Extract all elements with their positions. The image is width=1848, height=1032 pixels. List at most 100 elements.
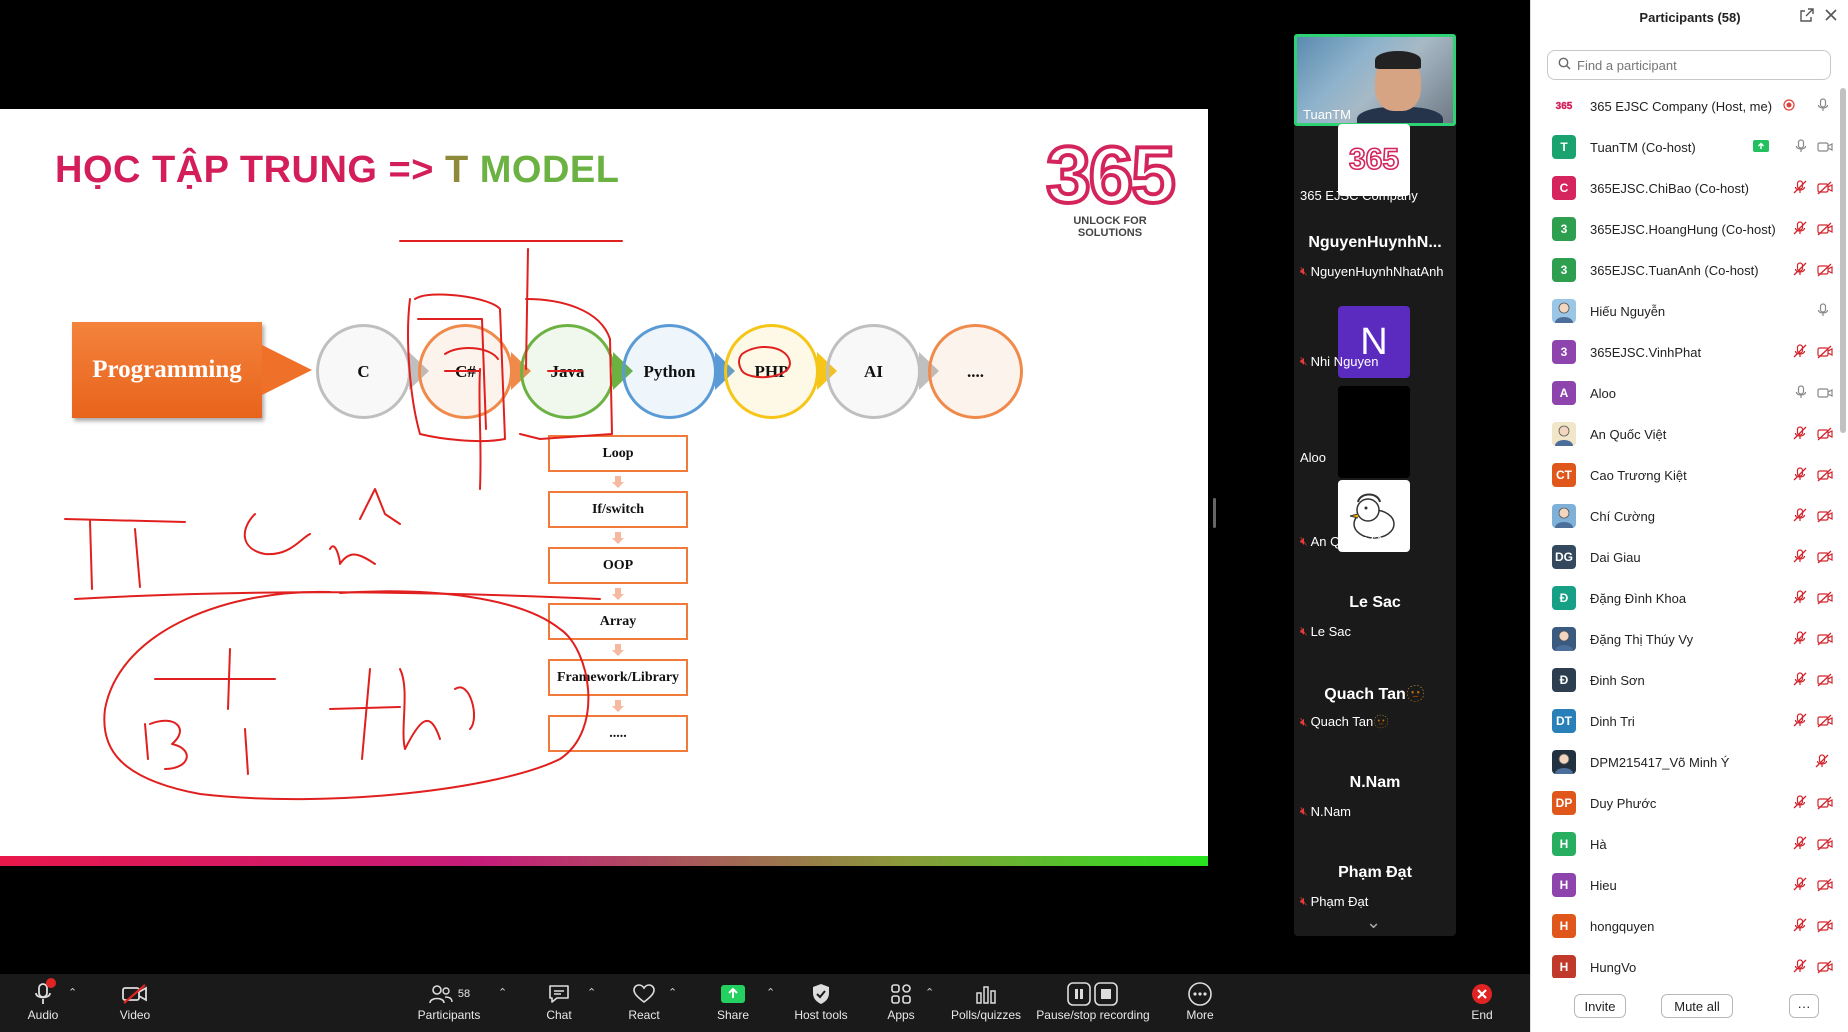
video-tile[interactable]: Quach Tan🫥 🔇︎ Quach Tan🫥	[1294, 664, 1456, 754]
microphone-muted-icon[interactable]	[1793, 549, 1807, 568]
participant-row[interactable]: A Aloo	[1531, 373, 1837, 414]
end-button[interactable]: End	[1437, 980, 1527, 1022]
camera-icon[interactable]	[1817, 140, 1833, 158]
microphone-muted-icon[interactable]	[1793, 221, 1807, 240]
participant-row[interactable]: Chí Cường	[1531, 496, 1837, 537]
participant-row[interactable]: T TuanTM (Co-host)	[1531, 127, 1837, 168]
active-speaker-video[interactable]: TuanTM	[1294, 34, 1456, 126]
camera-off-icon[interactable]	[1817, 919, 1833, 938]
participant-row[interactable]: DT Dinh Tri	[1531, 701, 1837, 742]
participant-row[interactable]: Hhongquyen	[1531, 906, 1837, 947]
video-tile[interactable]: NguyenHuynhN... 🔇︎ NguyenHuynhNhatAnh	[1294, 214, 1456, 304]
share-button[interactable]: Share	[688, 980, 778, 1022]
more-button[interactable]: More	[1155, 980, 1245, 1022]
participant-row[interactable]: An Quốc Việt	[1531, 414, 1837, 455]
popout-icon[interactable]	[1800, 8, 1814, 26]
microphone-muted-icon[interactable]	[1793, 344, 1807, 363]
microphone-icon[interactable]	[1817, 303, 1829, 322]
microphone-muted-icon[interactable]	[1793, 672, 1807, 691]
participant-row[interactable]: DG Dai Giau	[1531, 537, 1837, 578]
participant-row[interactable]: DPM215417_Võ Minh Ý	[1531, 742, 1837, 783]
camera-off-icon[interactable]	[1817, 960, 1833, 978]
participant-row[interactable]: Đ Đặng Đình Khoa	[1531, 578, 1837, 619]
video-tile[interactable]: 🔇︎ An Quốc Việt	[1294, 480, 1456, 574]
participant-row[interactable]: 3 365EJSC.HoangHung (Co-host)	[1531, 209, 1837, 250]
participant-row[interactable]: C 365EJSC.ChiBao (Co-host)	[1531, 168, 1837, 209]
search-input[interactable]	[1577, 57, 1817, 73]
participant-row[interactable]: Hiếu Nguyễn	[1531, 291, 1837, 332]
microphone-muted-icon[interactable]	[1793, 918, 1807, 937]
microphone-icon[interactable]	[1795, 385, 1807, 404]
camera-off-icon[interactable]	[1817, 673, 1833, 692]
camera-off-icon[interactable]	[1817, 714, 1833, 733]
video-tile[interactable]: Aloo	[1294, 386, 1456, 484]
participant-row[interactable]: Đặng Thị Thúy Vy	[1531, 619, 1837, 660]
microphone-muted-icon[interactable]	[1793, 631, 1807, 650]
audio-options-caret[interactable]: ⌃	[68, 986, 77, 999]
camera-off-icon[interactable]	[1817, 263, 1833, 282]
participant-row[interactable]: 3 365EJSC.VinhPhat	[1531, 332, 1837, 373]
microphone-muted-icon[interactable]	[1793, 713, 1807, 732]
invite-button[interactable]: Invite	[1574, 994, 1626, 1018]
microphone-muted-icon[interactable]	[1793, 795, 1807, 814]
camera-off-icon[interactable]	[1817, 345, 1833, 364]
camera-off-icon[interactable]	[1817, 181, 1833, 200]
video-tile[interactable]: N.Nam 🔇︎ N.Nam	[1294, 754, 1456, 844]
microphone-muted-icon[interactable]	[1793, 836, 1807, 855]
language-node: Java	[520, 324, 615, 419]
microphone-muted-icon[interactable]	[1793, 467, 1807, 486]
react-options-caret[interactable]: ⌃	[668, 986, 677, 999]
camera-off-icon[interactable]	[1817, 550, 1833, 569]
microphone-muted-icon[interactable]	[1793, 877, 1807, 896]
camera-off-icon[interactable]	[1817, 796, 1833, 815]
camera-off-icon[interactable]	[1817, 468, 1833, 487]
participant-row[interactable]: H Hieu	[1531, 865, 1837, 906]
host-tools-button[interactable]: Host tools	[776, 980, 866, 1022]
camera-off-icon[interactable]	[1817, 427, 1833, 446]
microphone-muted-icon[interactable]	[1793, 590, 1807, 609]
microphone-muted-icon[interactable]	[1793, 262, 1807, 281]
camera-icon[interactable]	[1817, 386, 1833, 404]
participant-row[interactable]: H Hà	[1531, 824, 1837, 865]
video-button[interactable]: Video	[90, 980, 180, 1022]
camera-off-icon[interactable]	[1817, 632, 1833, 651]
scrollbar[interactable]	[1840, 88, 1846, 433]
avatar-initials: A	[1559, 386, 1569, 400]
mute-all-button[interactable]: Mute all	[1661, 994, 1733, 1018]
participant-row[interactable]: Đ Đinh Sơn	[1531, 660, 1837, 701]
video-tile[interactable]: N 🔇︎ Nhi Nguyen	[1294, 304, 1456, 394]
panel-more-button[interactable]: ···	[1789, 994, 1819, 1018]
participant-search[interactable]	[1547, 50, 1831, 80]
participant-row[interactable]: CT Cao Trương Kiệt	[1531, 455, 1837, 496]
video-tile[interactable]: 365 365 EJSC Company	[1294, 124, 1456, 214]
video-tile[interactable]: Le Sac 🔇︎ Le Sac	[1294, 574, 1456, 664]
camera-off-icon[interactable]	[1817, 591, 1833, 610]
participants-button[interactable]: 58 Participants	[404, 980, 494, 1022]
camera-off-icon[interactable]	[1817, 222, 1833, 241]
polls-button[interactable]: Polls/quizzes	[940, 980, 1032, 1022]
camera-off-icon[interactable]	[1817, 837, 1833, 856]
recording-button[interactable]: Pause/stop recording	[1033, 980, 1153, 1022]
camera-off-icon[interactable]	[1817, 509, 1833, 528]
participants-options-caret[interactable]: ⌃	[498, 986, 507, 999]
share-options-caret[interactable]: ⌃	[766, 986, 775, 999]
microphone-muted-icon[interactable]	[1793, 508, 1807, 527]
resize-handle[interactable]	[1213, 498, 1216, 528]
participant-row[interactable]: DP Duy Phước	[1531, 783, 1837, 824]
microphone-muted-icon[interactable]	[1815, 754, 1829, 773]
participant-row[interactable]: 365 365 EJSC Company (Host, me)	[1531, 86, 1837, 127]
microphone-muted-icon[interactable]	[1793, 180, 1807, 199]
scroll-down-icon[interactable]: ⌄	[1366, 912, 1381, 933]
chat-options-caret[interactable]: ⌃	[587, 986, 596, 999]
tile-name: 🔇︎ An Quốc Việt	[1300, 534, 1387, 549]
microphone-icon[interactable]	[1795, 139, 1807, 158]
microphone-muted-icon[interactable]	[1793, 959, 1807, 978]
camera-off-icon[interactable]	[1817, 878, 1833, 897]
avatar-initials: DP	[1555, 796, 1573, 810]
participant-row[interactable]: 3 365EJSC.TuanAnh (Co-host)	[1531, 250, 1837, 291]
microphone-icon[interactable]	[1817, 98, 1829, 117]
close-icon[interactable]	[1824, 6, 1838, 27]
participant-row[interactable]: H HungVo	[1531, 947, 1837, 978]
apps-options-caret[interactable]: ⌃	[925, 986, 934, 999]
microphone-muted-icon[interactable]	[1793, 426, 1807, 445]
